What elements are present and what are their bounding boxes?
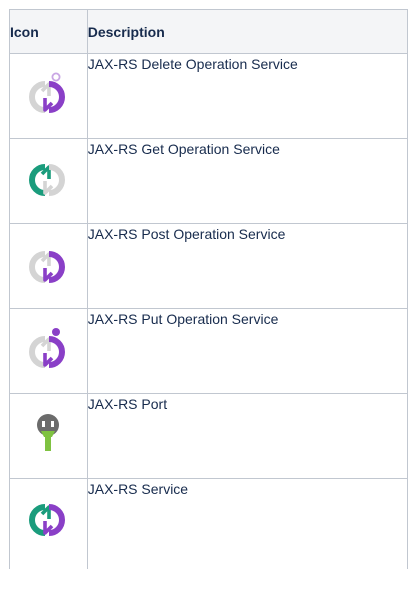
icon-cell bbox=[9, 223, 88, 309]
description-cell: JAX-RS Put Operation Service bbox=[86, 308, 408, 394]
icon-column-header: Icon bbox=[9, 9, 88, 54]
description-column-header: Description bbox=[86, 9, 408, 54]
table-row: JAX-RS Delete Operation Service bbox=[9, 53, 408, 139]
icon-cell bbox=[9, 393, 88, 479]
icon-cell bbox=[9, 308, 88, 394]
description-cell: JAX-RS Port bbox=[86, 393, 408, 479]
jaxrs-get-operation-service-icon bbox=[29, 164, 66, 196]
icon-cell bbox=[9, 478, 88, 569]
table-row: JAX-RS Post Operation Service bbox=[9, 223, 408, 309]
table-header-row: Icon Description bbox=[9, 9, 408, 54]
table-row: JAX-RS Get Operation Service bbox=[9, 138, 408, 224]
jaxrs-port-icon bbox=[37, 414, 60, 451]
jaxrs-delete-operation-service-icon bbox=[29, 72, 66, 113]
jaxrs-service-icon bbox=[29, 504, 66, 536]
page: Icon Description JAX-RS Delete Operation… bbox=[0, 0, 408, 598]
description-cell: JAX-RS Get Operation Service bbox=[86, 138, 408, 224]
jaxrs-post-operation-service-icon bbox=[29, 251, 66, 283]
table-row: JAX-RS Put Operation Service bbox=[9, 308, 408, 394]
description-cell: JAX-RS Delete Operation Service bbox=[86, 53, 408, 139]
icon-cell bbox=[9, 138, 88, 224]
description-cell: JAX-RS Service bbox=[86, 478, 408, 569]
table-row: JAX-RS Port bbox=[9, 393, 408, 479]
table-row: JAX-RS Service bbox=[9, 478, 408, 569]
icon-description-table: Icon Description JAX-RS Delete Operation… bbox=[9, 9, 408, 569]
icon-cell bbox=[9, 53, 88, 139]
jaxrs-put-operation-service-icon bbox=[29, 328, 66, 368]
description-cell: JAX-RS Post Operation Service bbox=[86, 223, 408, 309]
